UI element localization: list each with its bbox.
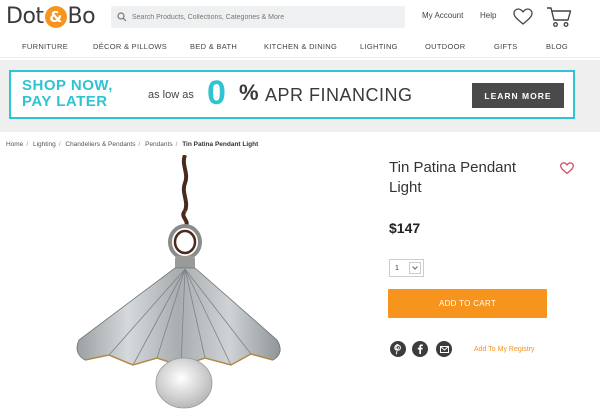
learn-more-button[interactable]: LEARN MORE (472, 83, 564, 108)
breadcrumb: Home / Lighting / Chandeliers & Pendants / … (6, 141, 259, 148)
nav-item-outdoor[interactable]: OUTDOOR (425, 42, 465, 51)
add-to-cart-button[interactable]: ADD TO CART (388, 289, 547, 318)
breadcrumb-lighting[interactable]: Lighting (33, 141, 56, 148)
nav-item-gifts[interactable]: GIFTS (494, 42, 518, 51)
banner-headline: SHOP NOW, PAY LATER (22, 78, 113, 110)
main-nav: FURNITURE DÉCOR & PILLOWS BED & BATH KIT… (0, 38, 600, 58)
banner-percent: % (239, 80, 259, 105)
favorite-heart-icon[interactable] (560, 162, 574, 175)
site-header: Dot & Bo My Account Help (0, 0, 600, 36)
nav-item-bed-bath[interactable]: BED & BATH (190, 42, 237, 51)
nav-item-decor-pillows[interactable]: DÉCOR & PILLOWS (93, 42, 167, 51)
nav-item-furniture[interactable]: FURNITURE (22, 42, 68, 51)
logo-ampersand: & (44, 5, 67, 28)
search-bar[interactable] (111, 6, 405, 28)
search-input[interactable] (132, 13, 392, 21)
nav-item-lighting[interactable]: LIGHTING (360, 42, 398, 51)
my-account-link[interactable]: My Account (422, 11, 463, 20)
breadcrumb-home[interactable]: Home (6, 141, 23, 148)
breadcrumb-chandeliers-pendants[interactable]: Chandeliers & Pendants (65, 141, 135, 148)
banner-line-2: PAY LATER (22, 93, 108, 110)
banner-apr-text: APR FINANCING (265, 85, 413, 105)
banner-zero: 0 (207, 74, 226, 112)
financing-banner[interactable]: SHOP NOW, PAY LATER as low as 0 % APR FI… (9, 70, 575, 119)
product-image[interactable] (55, 155, 325, 416)
add-to-registry-link[interactable]: Add To My Registry (474, 346, 535, 353)
logo-text-dot: Dot (6, 4, 44, 29)
pinterest-icon[interactable] (390, 341, 406, 357)
email-icon[interactable] (436, 341, 452, 357)
search-icon (117, 12, 127, 22)
logo-text-bo: Bo (67, 4, 96, 29)
banner-as-low-as: as low as (148, 89, 194, 101)
heart-icon[interactable] (513, 8, 533, 26)
breadcrumb-pendants[interactable]: Pendants (145, 141, 172, 148)
chevron-down-icon[interactable] (409, 262, 421, 274)
nav-item-kitchen-dining[interactable]: KITCHEN & DINING (264, 42, 337, 51)
quantity-select[interactable]: 1 (389, 259, 424, 277)
product-title: Tin Patina Pendant Light (389, 159, 517, 196)
banner-line-1: SHOP NOW, (22, 77, 113, 94)
product-price: $147 (389, 220, 421, 236)
nav-item-blog[interactable]: BLOG (546, 42, 568, 51)
breadcrumb-current: Tin Patina Pendant Light (182, 141, 259, 148)
quantity-value: 1 (395, 264, 399, 272)
logo[interactable]: Dot & Bo (6, 4, 96, 29)
cart-icon[interactable] (546, 6, 572, 28)
promo-banner-area: SHOP NOW, PAY LATER as low as 0 % APR FI… (0, 60, 600, 132)
help-link[interactable]: Help (480, 11, 496, 20)
facebook-icon[interactable] (412, 341, 428, 357)
